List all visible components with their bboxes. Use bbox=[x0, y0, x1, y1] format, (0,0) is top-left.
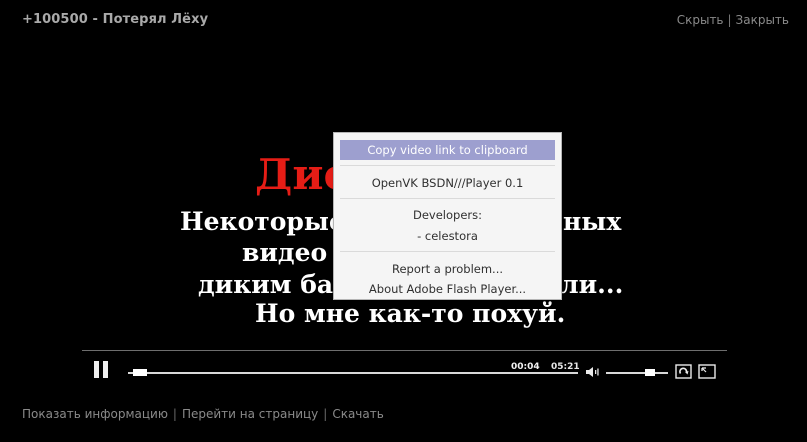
fullscreen-icon[interactable] bbox=[698, 364, 716, 379]
menu-divider bbox=[340, 251, 555, 252]
video-text-line-1-right: ных bbox=[563, 207, 622, 236]
seek-bar[interactable] bbox=[128, 369, 578, 376]
report-problem-menu-item[interactable]: Report a problem... bbox=[340, 259, 555, 279]
video-text-line-1-left: Некоторые bbox=[180, 207, 345, 236]
video-text-line-3-right: ли... bbox=[561, 270, 624, 299]
video-footer-links: Показать информацию | Перейти на страницу |… bbox=[22, 407, 384, 421]
footer-separator: | bbox=[172, 407, 177, 421]
total-time: 05:21 bbox=[551, 362, 580, 372]
pause-icon[interactable] bbox=[94, 361, 108, 378]
show-info-link[interactable]: Показать информацию bbox=[22, 407, 168, 421]
close-link[interactable]: Закрыть bbox=[736, 13, 789, 27]
video-player-window: +100500 - Потерял Лёху Скрыть | Закрыть Ди… bbox=[0, 0, 807, 442]
volume-handle[interactable] bbox=[645, 369, 655, 376]
download-link[interactable]: Скачать bbox=[332, 407, 384, 421]
developer-name: - celestora bbox=[417, 229, 478, 243]
current-time: 00:04 bbox=[511, 362, 540, 372]
controls-top-border bbox=[82, 350, 727, 351]
video-text-line-4: Но мне как-то похуй. bbox=[255, 299, 566, 328]
link-separator: | bbox=[727, 13, 732, 27]
video-text-line-2: видео bbox=[242, 238, 328, 267]
video-title: +100500 - Потерял Лёху bbox=[22, 12, 209, 27]
loop-icon[interactable] bbox=[675, 364, 692, 379]
video-text-line-3-left: диким ба bbox=[198, 270, 334, 299]
hide-link[interactable]: Скрыть bbox=[677, 13, 724, 27]
menu-divider bbox=[340, 165, 555, 166]
menu-divider bbox=[340, 198, 555, 199]
go-to-page-link[interactable]: Перейти на страницу bbox=[182, 407, 318, 421]
context-menu: Copy video link to clipboard OpenVK BSDN… bbox=[333, 132, 562, 300]
volume-slider[interactable] bbox=[606, 369, 668, 376]
window-actions: Скрыть | Закрыть bbox=[677, 13, 789, 27]
developers-heading: Developers: bbox=[412, 208, 482, 222]
footer-separator: | bbox=[323, 407, 328, 421]
copy-link-menu-item[interactable]: Copy video link to clipboard bbox=[340, 140, 555, 160]
volume-icon[interactable] bbox=[585, 364, 601, 378]
player-version-menu-item: OpenVK BSDN///Player 0.1 bbox=[371, 176, 524, 190]
seek-handle[interactable] bbox=[133, 369, 147, 376]
about-flash-menu-item[interactable]: About Adobe Flash Player... bbox=[340, 280, 555, 298]
